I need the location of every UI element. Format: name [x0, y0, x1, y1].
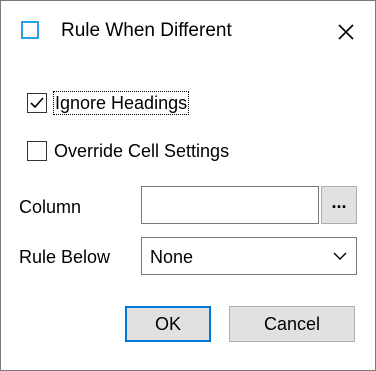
ignore-headings-checkbox[interactable]: [27, 93, 47, 113]
column-label: Column: [19, 197, 82, 217]
close-button[interactable]: [331, 17, 361, 47]
rule-below-label: Rule Below: [19, 247, 111, 267]
rule-below-select[interactable]: None: [141, 237, 357, 275]
ok-button[interactable]: OK: [125, 306, 211, 342]
override-cell-settings-label[interactable]: Override Cell Settings: [54, 140, 229, 162]
chevron-down-icon: [333, 252, 347, 260]
override-cell-settings-checkbox[interactable]: [27, 141, 47, 161]
ignore-headings-label[interactable]: Ignore Headings: [52, 91, 190, 115]
rule-when-different-dialog: Rule When Different Ignore Headings Over…: [0, 0, 376, 371]
close-icon: [338, 24, 354, 40]
cancel-button[interactable]: Cancel: [229, 306, 355, 342]
checkmark-icon: [30, 97, 44, 109]
window-icon: [21, 21, 39, 39]
rule-below-selected-value: None: [150, 247, 194, 267]
override-cell-settings-option[interactable]: Override Cell Settings: [27, 139, 229, 163]
column-input[interactable]: [141, 186, 319, 224]
title-bar: Rule When Different: [1, 1, 375, 65]
ignore-headings-option[interactable]: Ignore Headings: [27, 91, 190, 115]
column-browse-button[interactable]: ...: [321, 186, 357, 224]
dialog-title: Rule When Different: [61, 20, 232, 41]
